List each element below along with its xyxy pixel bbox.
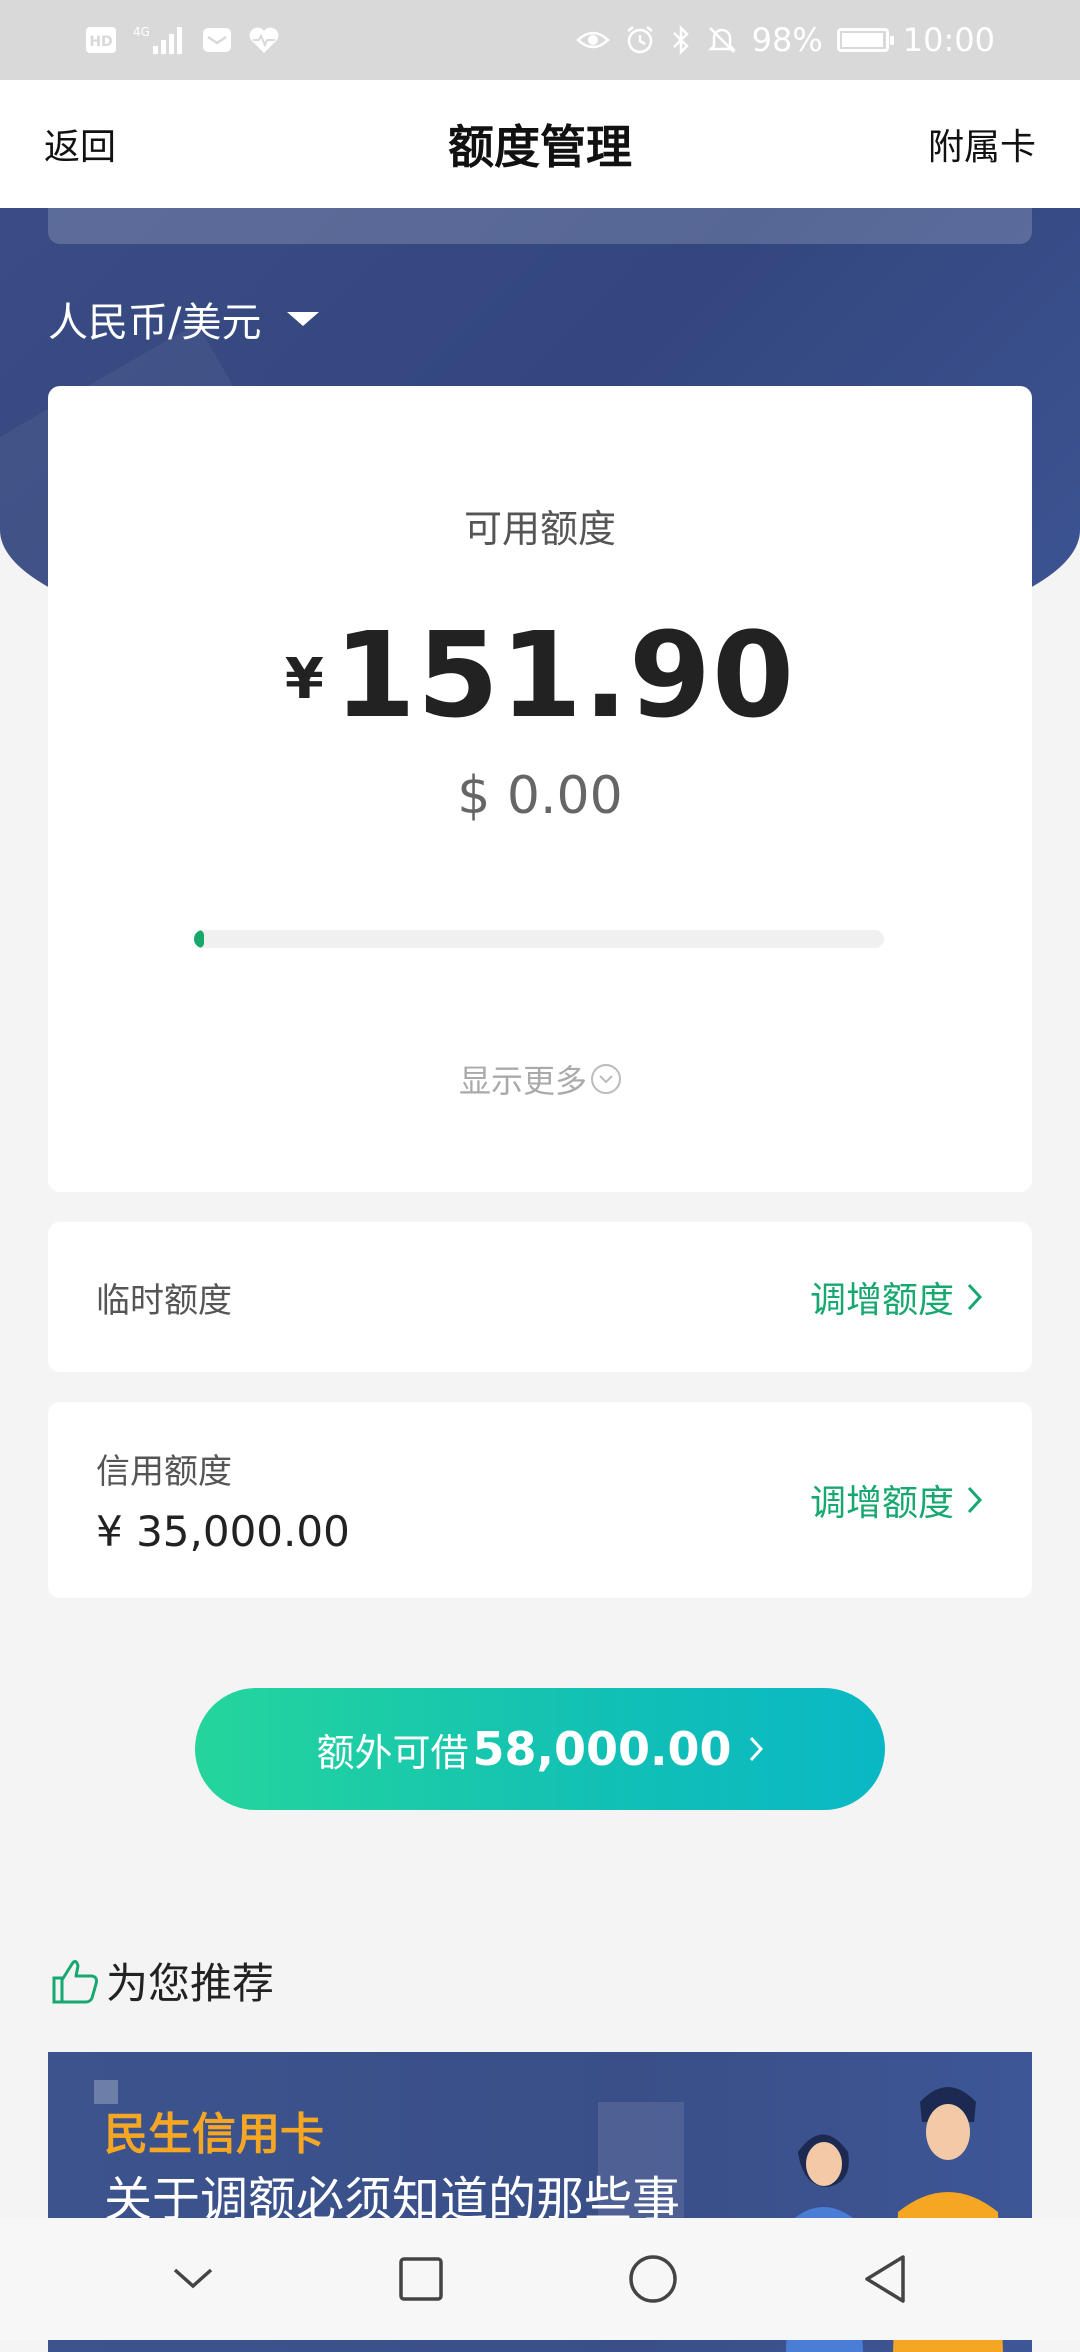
- battery-percent: 98%: [751, 21, 823, 59]
- status-right-icons: 98% 10:00: [575, 21, 995, 59]
- limit-progress-fill: [194, 930, 205, 948]
- header-strip: [48, 208, 1032, 244]
- extra-borrow-prefix: 额外可借: [316, 1730, 469, 1775]
- health-icon: [247, 25, 281, 55]
- credit-increase-button[interactable]: 调增额度: [810, 1474, 984, 1526]
- usd-amount: $ 0.00: [457, 766, 623, 826]
- temp-increase-label: 调增额度: [809, 1280, 954, 1321]
- credit-limit-label: 信用额度: [96, 1452, 232, 1492]
- temp-increase-button[interactable]: 调增额度: [810, 1271, 984, 1323]
- chevron-down-icon[interactable]: [171, 2264, 215, 2294]
- available-limit-card: 可用额度 ¥151.90 $ 0.00 显示更多: [48, 386, 1032, 1192]
- show-more-button[interactable]: 显示更多: [48, 1056, 1032, 1102]
- credit-limit-value: ¥ 35,000.00: [96, 1507, 350, 1556]
- system-nav-bar: [0, 2218, 1080, 2340]
- recommend-title: 为您推荐: [106, 1959, 275, 2008]
- chevron-right-icon: [967, 1283, 983, 1311]
- home-icon[interactable]: [627, 2253, 679, 2305]
- caret-down-icon: [287, 312, 320, 326]
- credit-limit-row: 信用额度 ¥ 35,000.00 调增额度: [48, 1402, 1032, 1598]
- hd-icon: HD: [85, 25, 117, 55]
- extra-borrow-amount: 58,000.00: [472, 1722, 732, 1776]
- page-title: 额度管理: [448, 120, 632, 174]
- top-navbar: 返回 额度管理 附属卡: [0, 80, 1080, 208]
- credit-increase-label: 调增额度: [809, 1483, 954, 1524]
- back-triangle-icon[interactable]: [861, 2253, 909, 2305]
- mute-icon: [706, 24, 738, 56]
- status-time: 10:00: [902, 21, 995, 59]
- back-button[interactable]: 返回: [44, 118, 116, 170]
- message-icon: [201, 25, 233, 55]
- chevron-right-icon: [748, 1734, 764, 1764]
- currency-selected-label: 人民币/美元: [48, 300, 262, 346]
- credit-limit-info: 信用额度 ¥ 35,000.00: [96, 1444, 350, 1556]
- temp-limit-row: 临时额度 调增额度: [48, 1222, 1032, 1372]
- rmb-symbol: ¥: [284, 647, 324, 712]
- limit-progress-bar: [194, 930, 884, 948]
- status-left-icons: HD 4G: [85, 24, 281, 56]
- rmb-amount: 151.90: [333, 606, 796, 744]
- show-more-label: 显示更多: [458, 1062, 587, 1100]
- extra-borrow-button[interactable]: 额外可借 58,000.00: [195, 1688, 885, 1810]
- recent-apps-icon[interactable]: [397, 2255, 445, 2303]
- currency-dropdown[interactable]: 人民币/美元: [48, 290, 320, 348]
- network-label: 4G: [133, 25, 150, 39]
- battery-fill: [841, 33, 883, 47]
- bluetooth-icon: [670, 24, 692, 56]
- chevron-right-icon: [967, 1486, 983, 1514]
- temp-limit-label: 临时额度: [96, 1280, 232, 1321]
- signal-4g-icon: 4G: [131, 24, 187, 56]
- eye-icon: [575, 26, 610, 54]
- available-label: 可用额度: [463, 507, 616, 551]
- battery-icon: [836, 28, 894, 52]
- recommend-heading: 为您推荐: [48, 1950, 274, 2011]
- hd-label: HD: [89, 34, 112, 50]
- sub-card-button[interactable]: 附属卡: [928, 118, 1036, 170]
- available-amount: ¥151.90: [48, 606, 1032, 744]
- thumbs-up-icon: [52, 1959, 98, 2003]
- banner-brand: 民生信用卡: [104, 2109, 324, 2160]
- alarm-icon: [624, 24, 656, 56]
- chevron-down-circle-icon: [591, 1064, 621, 1094]
- status-bar: HD 4G 98% 10:00: [0, 0, 1080, 80]
